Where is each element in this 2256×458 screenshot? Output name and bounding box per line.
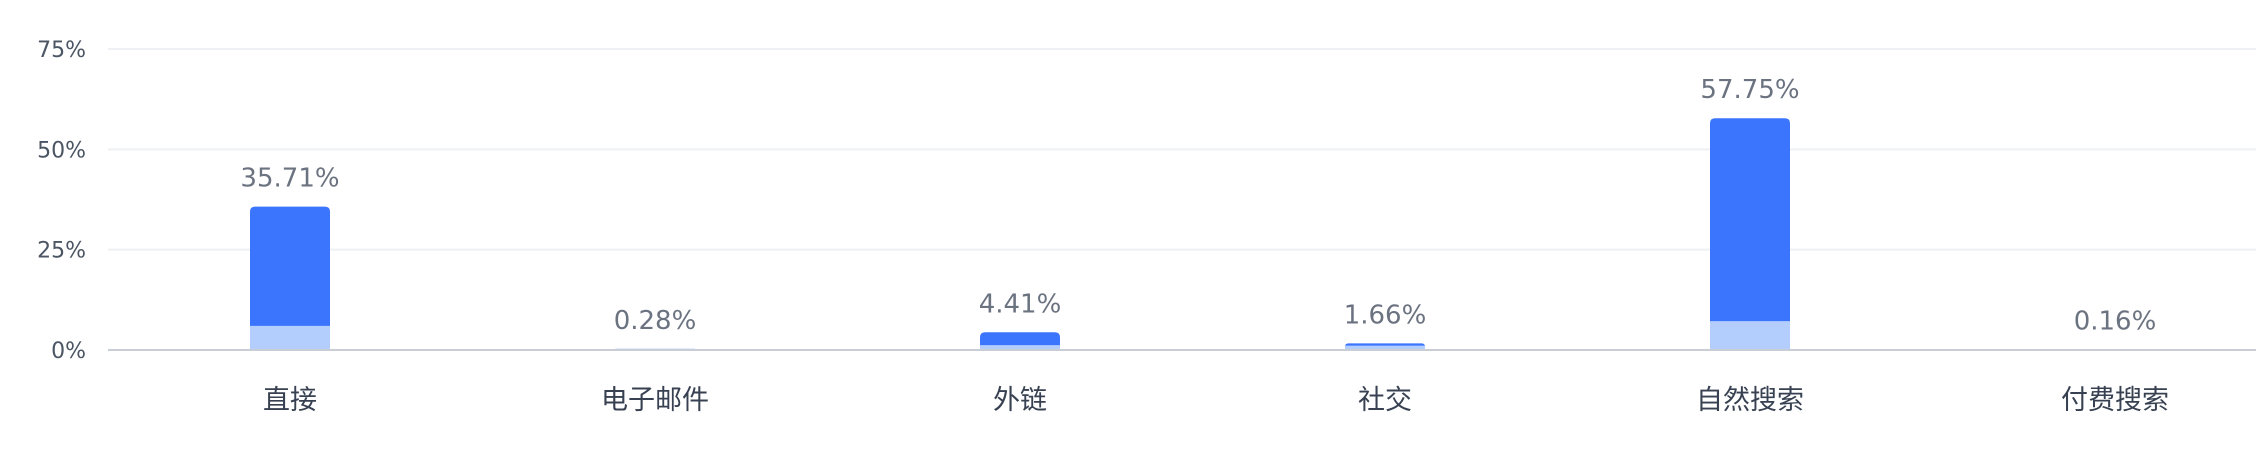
bar-base (1710, 321, 1790, 350)
category-label: 直接 (263, 385, 317, 416)
bar-base (250, 325, 330, 350)
category-label: 自然搜索 (1696, 385, 1804, 416)
data-label: 57.75% (1700, 75, 1799, 105)
chart-svg: 0% 25% 50% 75% 35.71% 0.28% 4.41% 1.66% 57.75% 0… (37, 38, 2256, 416)
grid-layer (108, 48, 2256, 251)
category-label: 外链 (993, 385, 1047, 416)
y-tick-label: 50% (37, 138, 86, 163)
data-label: 0.28% (614, 306, 697, 336)
category-labels: 直接 电子邮件 外链 社交 自然搜索 付费搜索 (263, 385, 2169, 416)
data-label: 1.66% (1344, 300, 1427, 330)
data-label: 35.71% (240, 164, 339, 194)
y-tick-label: 25% (37, 239, 86, 264)
y-axis-ticks: 0% 25% 50% 75% (37, 38, 86, 364)
data-labels: 35.71% 0.28% 4.41% 1.66% 57.75% 0.16% (240, 75, 2156, 336)
category-label: 电子邮件 (601, 385, 709, 416)
y-tick-label: 0% (51, 339, 86, 364)
category-label: 付费搜索 (2061, 385, 2169, 416)
y-tick-label: 75% (37, 38, 86, 63)
bars (250, 118, 2155, 350)
data-label: 0.16% (2074, 306, 2157, 336)
category-label: 社交 (1358, 385, 1412, 416)
bar-total (1710, 118, 1790, 350)
bar-chart: 0% 25% 50% 75% 35.71% 0.28% 4.41% 1.66% 57.75% 0… (0, 0, 2256, 458)
data-label: 4.41% (979, 289, 1062, 319)
